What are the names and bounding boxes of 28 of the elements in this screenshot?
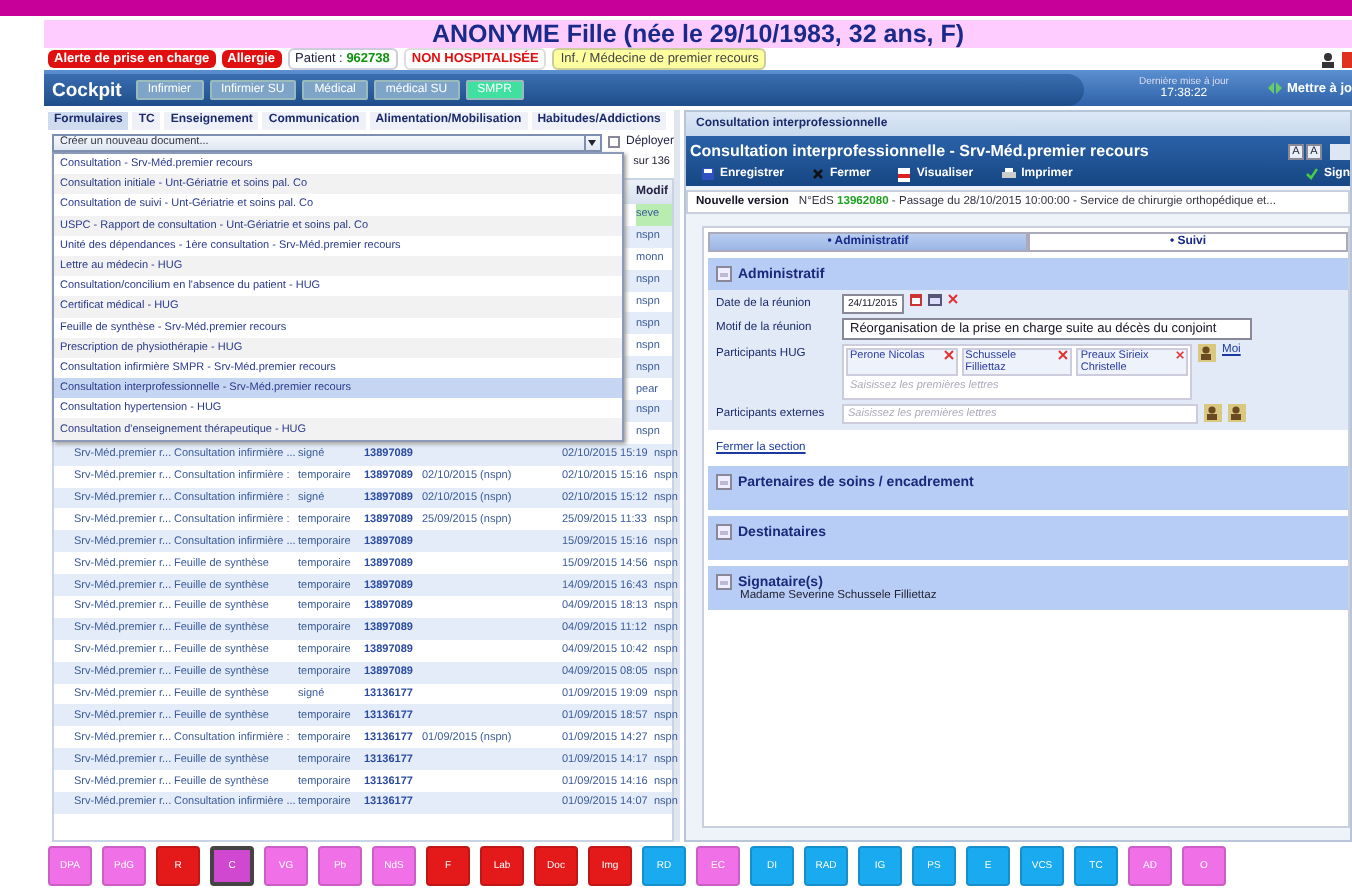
lines-icon [720, 271, 728, 277]
person-add-icon[interactable] [1204, 404, 1222, 422]
document-icon [898, 167, 911, 181]
user-icon[interactable] [1320, 51, 1336, 67]
check-icon [1306, 168, 1318, 180]
lines-icon [720, 529, 728, 535]
document-title: Consultation interprofessionnelle - Srv-Méd.premier recours [690, 142, 1149, 160]
save-icon [702, 168, 714, 180]
remove-icon[interactable] [1175, 350, 1185, 360]
person-add-icon[interactable] [1198, 344, 1216, 362]
person-add-icon[interactable] [1228, 404, 1246, 422]
lines-icon [720, 579, 728, 585]
exit-icon[interactable] [1342, 51, 1352, 67]
remove-icon[interactable] [1058, 350, 1069, 360]
caret-icon [588, 139, 597, 145]
deploy-checkbox[interactable] [607, 136, 620, 148]
expand-button[interactable] [716, 474, 732, 490]
print-icon [1001, 168, 1016, 180]
expand-button[interactable] [716, 524, 732, 540]
refresh-icon [1268, 82, 1283, 94]
cockpit-title: Cockpit [52, 79, 122, 101]
remove-icon[interactable] [943, 350, 954, 360]
close-icon [812, 168, 825, 180]
lines-icon [720, 479, 728, 485]
clear-icon[interactable] [947, 294, 958, 304]
patient-title: ANONYME Fille (née le 29/10/1983, 32 ans, F) [431, 20, 965, 48]
collapse-button[interactable] [716, 266, 732, 282]
expand-button[interactable] [716, 574, 732, 590]
